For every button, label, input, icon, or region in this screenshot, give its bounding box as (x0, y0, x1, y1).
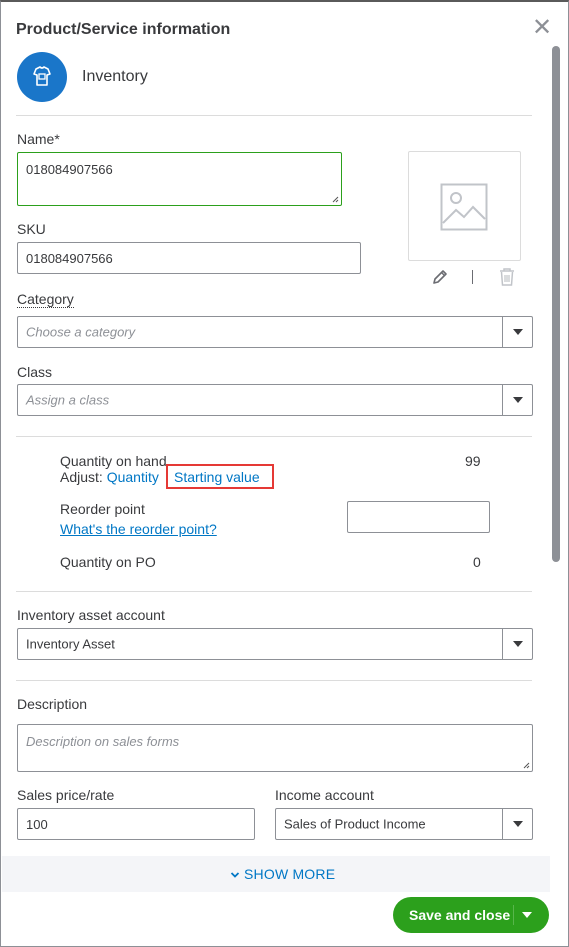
resize-handle-icon[interactable] (523, 762, 530, 769)
chevron-down-icon[interactable] (522, 912, 532, 918)
income-account-label: Income account (275, 787, 374, 803)
sku-value: 018084907566 (26, 250, 113, 266)
quantity-on-po-label: Quantity on PO (60, 554, 156, 570)
save-and-close-button[interactable]: Save and close (393, 897, 549, 933)
image-placeholder-icon (440, 183, 488, 231)
description-field[interactable]: Description on sales forms (17, 724, 533, 772)
divider (16, 591, 532, 592)
chevron-down-icon (230, 872, 240, 878)
sales-price-label: Sales price/rate (17, 787, 115, 803)
pencil-icon[interactable] (431, 268, 449, 286)
class-select[interactable]: Assign a class (17, 384, 533, 416)
product-service-dialog: Product/Service information ✕ Inventory … (0, 0, 569, 947)
dialog-title: Product/Service information (16, 21, 231, 38)
icon-separator (472, 270, 473, 284)
description-placeholder: Description on sales forms (26, 734, 180, 749)
chevron-down-icon[interactable] (502, 809, 532, 839)
show-more-button[interactable]: SHOW MORE (230, 866, 335, 882)
sku-field[interactable]: 018084907566 (17, 242, 361, 274)
inventory-asset-account-select[interactable]: Inventory Asset (17, 628, 533, 660)
class-placeholder: Assign a class (26, 392, 110, 408)
name-value: 018084907566 (26, 162, 113, 177)
trash-icon[interactable] (498, 267, 516, 287)
button-divider (513, 905, 514, 925)
category-placeholder: Choose a category (26, 324, 136, 340)
class-label: Class (17, 364, 53, 380)
divider (16, 115, 532, 116)
income-account-select[interactable]: Sales of Product Income (275, 808, 533, 840)
category-select[interactable]: Choose a category (17, 316, 533, 348)
sales-price-value: 100 (26, 816, 48, 832)
reorder-point-help-link[interactable]: What's the reorder point? (60, 521, 217, 537)
reorder-point-input[interactable] (347, 501, 490, 533)
adjust-starting-value-link[interactable]: Starting value (174, 469, 260, 485)
sku-label: SKU (17, 221, 46, 237)
name-label: Name* (17, 131, 60, 147)
reorder-point-label: Reorder point (60, 501, 145, 517)
scrollbar-thumb[interactable] (552, 46, 560, 562)
chevron-down-icon[interactable] (502, 385, 532, 415)
category-label: Category (17, 291, 74, 308)
save-and-close-label[interactable]: Save and close (409, 907, 510, 923)
inventory-asset-account-label: Inventory asset account (17, 607, 165, 623)
product-type-label: Inventory (82, 68, 148, 85)
description-label: Description (17, 696, 88, 712)
adjust-row: Adjust: Quantity (60, 469, 159, 485)
product-type-button[interactable] (17, 52, 67, 102)
chevron-down-icon[interactable] (502, 317, 532, 347)
sales-price-input[interactable]: 100 (17, 808, 255, 840)
adjust-quantity-link[interactable]: Quantity (107, 469, 159, 485)
name-field[interactable]: 018084907566 (17, 152, 342, 206)
quantity-on-hand-value: 99 (465, 453, 481, 469)
tshirt-tag-icon (33, 66, 51, 86)
image-upload-area[interactable] (408, 151, 521, 261)
quantity-on-po-value: 0 (473, 554, 481, 570)
divider (16, 680, 532, 681)
adjust-label: Adjust: (60, 469, 103, 485)
quantity-on-hand-label: Quantity on hand (60, 453, 167, 469)
show-more-label: SHOW MORE (244, 866, 336, 882)
chevron-down-icon[interactable] (502, 629, 532, 659)
inventory-asset-account-value: Inventory Asset (26, 636, 115, 652)
divider (16, 436, 532, 437)
resize-handle-icon[interactable] (332, 196, 339, 203)
income-account-value: Sales of Product Income (284, 816, 426, 832)
close-icon[interactable]: ✕ (532, 16, 552, 40)
